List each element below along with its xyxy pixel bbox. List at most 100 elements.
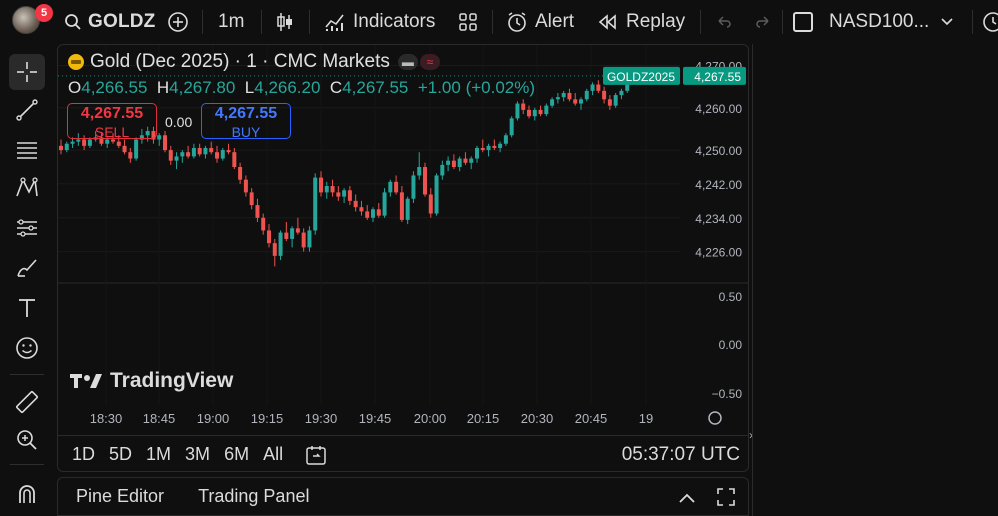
low-label: L: [244, 78, 255, 97]
pattern-tool[interactable]: [9, 170, 45, 206]
emoji-tool[interactable]: [9, 330, 45, 366]
redo-icon: [756, 16, 769, 28]
candle-body: [295, 228, 300, 233]
text-tool[interactable]: [9, 290, 45, 326]
search-icon: [65, 14, 81, 30]
compare-symbol-selector[interactable]: NASD100...: [793, 0, 953, 44]
toolbar-divider: [10, 374, 44, 375]
brush-tool[interactable]: [9, 250, 45, 286]
buy-button[interactable]: 4,267.55 BUY: [201, 103, 291, 139]
symbol-tag-label: GOLDZ2025: [607, 70, 675, 84]
candle-body: [475, 147, 479, 159]
candle-body: [509, 118, 514, 136]
candle-body: [503, 135, 508, 144]
right-side-panel: [752, 44, 998, 516]
candle-body: [307, 230, 312, 248]
candle-body: [64, 143, 69, 151]
goto-date-button[interactable]: [305, 444, 327, 466]
spread-value: 0.00: [165, 114, 193, 130]
compare-add-button[interactable]: [167, 0, 189, 44]
range-all[interactable]: All: [263, 444, 283, 465]
bottom-panel: Pine Editor Trading Panel: [57, 477, 749, 516]
zoom-tool[interactable]: [9, 422, 45, 458]
candle-body: [255, 205, 260, 218]
toolbar-divider: [972, 10, 973, 34]
indicator-axis-label: 0.50: [719, 290, 743, 304]
candle-body: [70, 141, 75, 144]
alert-button[interactable]: Alert: [506, 0, 574, 44]
candle-body: [203, 147, 208, 155]
calendar-arrow-icon: [306, 445, 326, 465]
indicators-button[interactable]: Indicators: [324, 0, 435, 44]
candle-body: [76, 139, 81, 142]
indicator-axis: 0.50 0.00 −0.50: [712, 290, 743, 401]
measure-tool[interactable]: [9, 384, 45, 420]
range-6m[interactable]: 6M: [224, 444, 249, 465]
candle-body: [521, 103, 526, 110]
range-1d[interactable]: 1D: [72, 444, 95, 465]
candle-body: [238, 167, 243, 180]
brush-icon: [17, 259, 37, 277]
candle-body: [359, 207, 364, 212]
interval-label: 1m: [218, 11, 245, 32]
chart-panel[interactable]: 4,270.00 4,260.00 4,250.00 4,242.00 4,234.00…: [57, 44, 749, 472]
ruler-icon: [16, 391, 38, 413]
magnet-tool[interactable]: [9, 476, 45, 512]
candle-body: [267, 230, 271, 244]
fib-tool[interactable]: [9, 132, 45, 168]
candle-body: [428, 194, 433, 214]
wave-icon[interactable]: ≈: [419, 54, 440, 70]
undo-button[interactable]: [715, 0, 733, 44]
indicators-label: Indicators: [353, 11, 436, 32]
candle-body: [399, 192, 404, 220]
maximize-icon[interactable]: [716, 487, 736, 512]
replay-label: Replay: [626, 11, 686, 32]
top-toolbar: 5 GOLDZ 1m Indicators Alert Replay NASD1…: [0, 0, 998, 44]
candle-body: [324, 186, 329, 193]
candlestick-icon: [277, 13, 292, 31]
candle-body: [226, 150, 231, 153]
chevron-down-icon: [941, 18, 953, 26]
forecast-tool[interactable]: [9, 210, 45, 246]
range-5d[interactable]: 5D: [109, 444, 132, 465]
clock-icon: [983, 12, 998, 32]
chart-type-button[interactable]: [275, 0, 295, 44]
replay-button[interactable]: Replay: [598, 0, 685, 44]
range-1m[interactable]: 1M: [146, 444, 171, 465]
horizontal-lines-icon: [17, 142, 37, 159]
candle-body: [463, 158, 468, 163]
pine-editor-tab[interactable]: Pine Editor: [76, 486, 164, 507]
candle-body: [197, 147, 202, 155]
minus-icon[interactable]: ▬: [397, 54, 418, 70]
history-button[interactable]: [982, 0, 998, 44]
utc-clock[interactable]: 05:37:07 UTC: [622, 444, 740, 466]
notification-badge: 5: [35, 4, 53, 22]
candle-body: [613, 95, 618, 106]
candle-body: [186, 152, 191, 157]
candle-body: [607, 99, 612, 106]
rewind-icon: [598, 14, 616, 30]
change-value: +1.00 (+0.02%): [417, 78, 536, 97]
symbol-search-button[interactable]: GOLDZ: [64, 0, 156, 44]
checkbox-icon[interactable]: [793, 12, 813, 32]
toolbar-divider: [700, 10, 701, 34]
time-axis-label: 20:15: [467, 411, 500, 426]
sell-button[interactable]: 4,267.55 SELL: [67, 103, 157, 139]
range-3m[interactable]: 3M: [185, 444, 210, 465]
close-label: C: [329, 78, 343, 97]
sell-label: SELL: [94, 124, 130, 140]
legend-separator: ·: [229, 51, 247, 72]
tradingview-logo-icon: [70, 374, 102, 388]
candle-body: [319, 177, 323, 193]
trend-line-tool[interactable]: [9, 92, 45, 128]
chevron-up-icon[interactable]: [678, 488, 696, 509]
candle-body: [330, 186, 335, 193]
interval-button[interactable]: 1m: [218, 0, 244, 44]
candle-body: [82, 139, 87, 146]
symbol-legend[interactable]: Gold (Dec 2025) · 1 · CMC Markets ▬ ≈: [68, 51, 440, 73]
crosshair-tool[interactable]: [9, 54, 45, 90]
redo-button[interactable]: [754, 0, 772, 44]
time-axis-label: 19:15: [251, 411, 284, 426]
layout-templates-button[interactable]: [458, 0, 478, 44]
trading-panel-tab[interactable]: Trading Panel: [198, 486, 309, 507]
